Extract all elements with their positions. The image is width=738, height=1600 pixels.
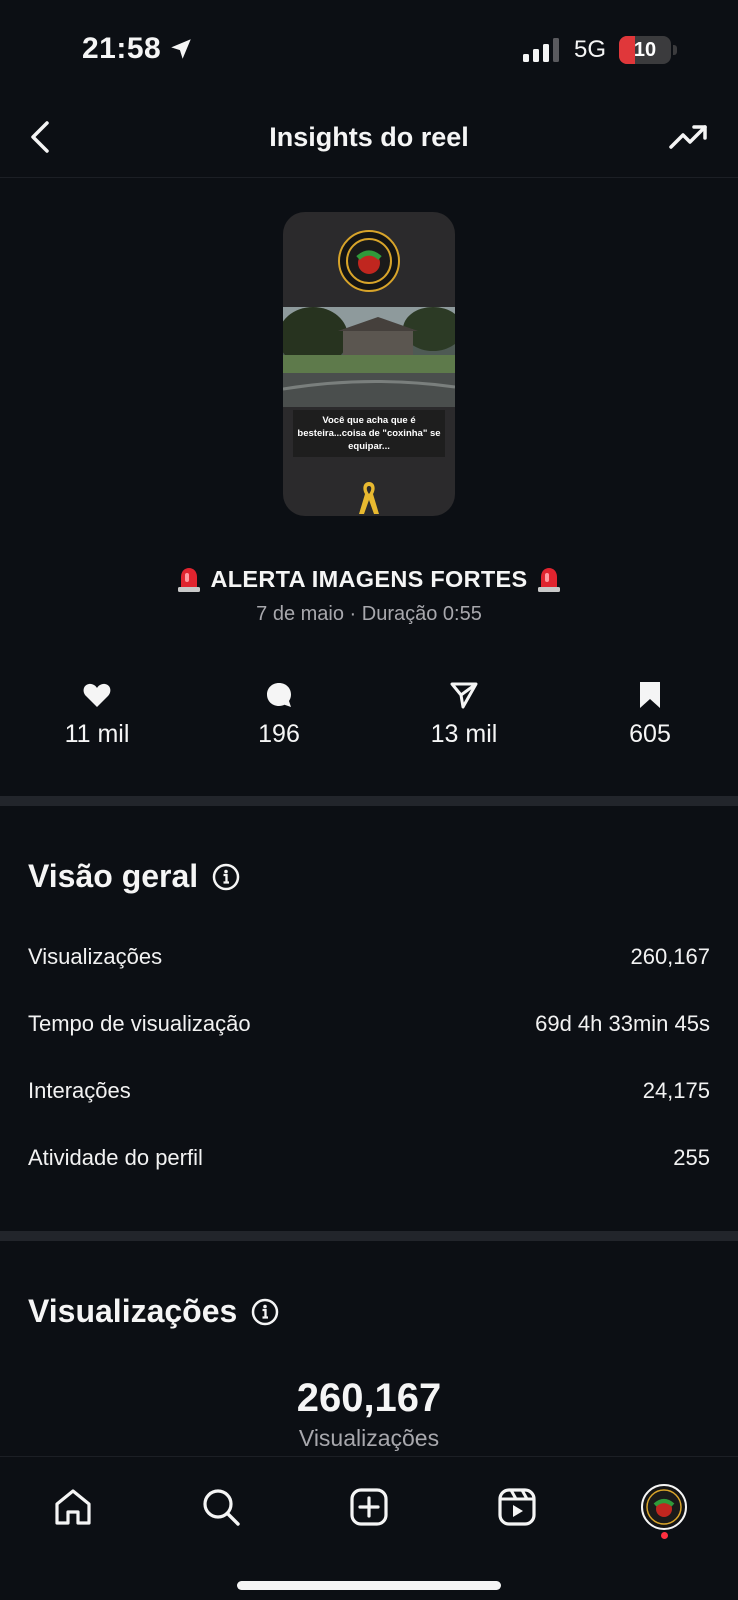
comments-count: 196 bbox=[258, 720, 300, 748]
thumbnail-photo bbox=[283, 307, 455, 407]
row-value: 24,175 bbox=[642, 1078, 710, 1103]
shares-stat: 13 mil bbox=[384, 680, 544, 749]
row-label: Interações bbox=[28, 1078, 131, 1103]
comments-stat: 196 bbox=[199, 680, 359, 749]
row-value: 255 bbox=[673, 1145, 710, 1170]
status-time: 21:58 bbox=[82, 32, 162, 65]
battery-indicator: 10 bbox=[619, 36, 671, 64]
row-value: 260,167 bbox=[630, 944, 710, 969]
status-bar: 21:58 5G 10 bbox=[0, 0, 738, 100]
comment-icon bbox=[267, 683, 291, 707]
saves-stat: 605 bbox=[570, 680, 730, 749]
location-arrow-icon bbox=[171, 39, 191, 59]
thumbnail-caption: Você que acha que é besteira...coisa de … bbox=[293, 410, 445, 457]
trending-button[interactable] bbox=[664, 114, 714, 160]
siren-icon bbox=[178, 568, 201, 592]
reel-date-duration: 7 de maio · Duração 0:55 bbox=[256, 603, 482, 625]
page-title: Insights do reel bbox=[269, 122, 469, 152]
heart-icon bbox=[83, 683, 111, 707]
row-label: Atividade do perfil bbox=[28, 1145, 203, 1170]
views-section-title: Visualizações bbox=[28, 1293, 279, 1330]
network-type: 5G bbox=[574, 36, 607, 63]
cellular-signal-icon bbox=[523, 38, 559, 62]
views-title: Visualizações bbox=[28, 1293, 238, 1329]
likes-count: 11 mil bbox=[64, 720, 130, 748]
nav-profile[interactable] bbox=[634, 1479, 694, 1535]
home-indicator[interactable] bbox=[237, 1581, 501, 1590]
nav-reels[interactable] bbox=[487, 1479, 547, 1535]
overview-title: Visão geral bbox=[28, 858, 199, 894]
overview-row-profile-activity[interactable]: Atividade do perfil 255 bbox=[28, 1138, 710, 1178]
overview-section-title: Visão geral bbox=[28, 858, 240, 895]
info-icon[interactable] bbox=[251, 1298, 279, 1326]
overview-row-interactions[interactable]: Interações 24,175 bbox=[28, 1071, 710, 1111]
trending-up-icon bbox=[669, 125, 707, 149]
thumbnail-logo bbox=[338, 230, 400, 292]
reel-insights-screen: 21:58 5G 10 Insights do reel Você que ac… bbox=[0, 0, 738, 1600]
section-divider bbox=[0, 1231, 738, 1241]
views-total: 260,167 bbox=[296, 1376, 442, 1420]
battery-percent: 10 bbox=[633, 39, 657, 61]
bottom-navigation bbox=[0, 1456, 738, 1600]
likes-stat: 11 mil bbox=[17, 680, 177, 749]
reel-title-row: ALERTA IMAGENS FORTES bbox=[0, 565, 738, 593]
row-label: Visualizações bbox=[28, 944, 163, 969]
notification-dot bbox=[661, 1532, 668, 1539]
row-label: Tempo de visualização bbox=[28, 1011, 251, 1036]
saves-count: 605 bbox=[629, 720, 671, 748]
overview-row-views: Visualizações 260,167 bbox=[28, 937, 710, 977]
reels-icon bbox=[498, 1488, 536, 1526]
nav-create[interactable] bbox=[339, 1479, 399, 1535]
bookmark-icon bbox=[640, 682, 660, 708]
shares-count: 13 mil bbox=[430, 720, 498, 748]
row-value: 69d 4h 33min 45s bbox=[535, 1011, 710, 1036]
home-icon bbox=[55, 1489, 91, 1525]
reel-title: ALERTA IMAGENS FORTES bbox=[210, 565, 528, 592]
views-total-label: Visualizações bbox=[298, 1425, 440, 1451]
nav-home[interactable] bbox=[43, 1479, 103, 1535]
top-bar: Insights do reel bbox=[0, 100, 738, 178]
info-icon[interactable] bbox=[212, 863, 240, 891]
search-icon bbox=[203, 1489, 240, 1526]
avatar bbox=[641, 1484, 687, 1530]
reel-thumbnail[interactable]: Você que acha que é besteira...coisa de … bbox=[283, 212, 455, 516]
yellow-ribbon-icon bbox=[359, 482, 379, 514]
nav-search[interactable] bbox=[191, 1479, 251, 1535]
overview-row-watch-time: Tempo de visualização 69d 4h 33min 45s bbox=[28, 1004, 710, 1044]
share-icon bbox=[450, 682, 478, 709]
create-icon bbox=[350, 1488, 388, 1526]
siren-icon bbox=[537, 568, 560, 592]
battery-nub bbox=[673, 45, 677, 55]
section-divider bbox=[0, 796, 738, 806]
